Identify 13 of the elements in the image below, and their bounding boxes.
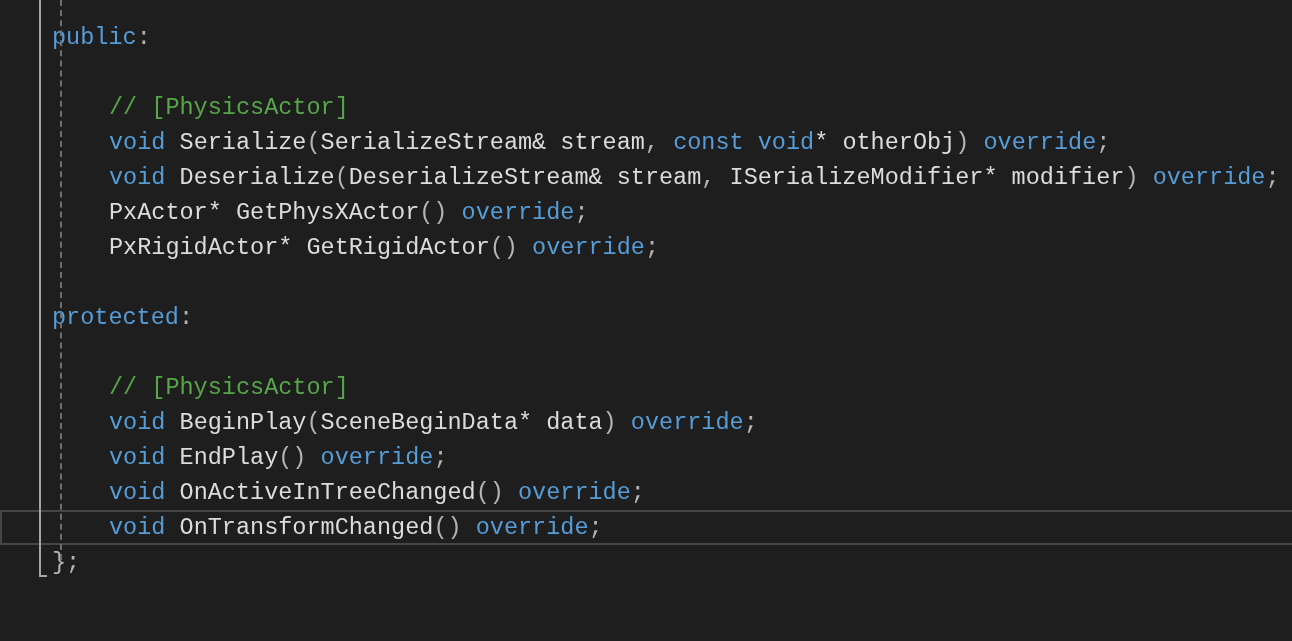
code-line: void OnTransformChanged() override; [109, 513, 603, 543]
code-line: PxRigidActor* GetRigidActor() override; [109, 233, 659, 263]
code-line: void EndPlay() override; [109, 443, 448, 473]
code-line: protected: [52, 303, 194, 333]
code-line: void Deserialize(DeserializeStream& stream, ISerializeModifier* modifier) override; [109, 163, 1280, 193]
code-line: void OnActiveInTreeChanged() override; [109, 478, 645, 508]
code-line: public: [52, 23, 151, 53]
code-line: // [PhysicsActor] [109, 373, 349, 403]
code-line: }; [52, 548, 81, 578]
code-line: // [PhysicsActor] [109, 93, 349, 123]
code-line: PxActor* GetPhysXActor() override; [109, 198, 589, 228]
code-line: void BeginPlay(SceneBeginData* data) override; [109, 408, 758, 438]
code-line: void Serialize(SerializeStream& stream, const void* otherObj) override; [109, 128, 1111, 158]
